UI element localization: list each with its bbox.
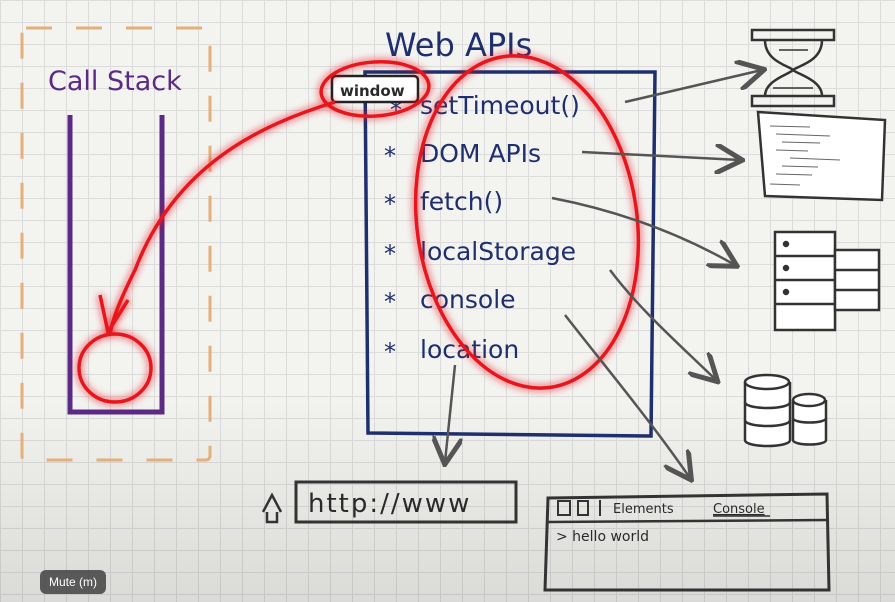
- inspect-icon: [557, 500, 571, 516]
- api-item-console: * console: [384, 285, 516, 316]
- dom-document-icon: [756, 110, 887, 202]
- window-label: window: [340, 82, 405, 100]
- api-item-label: location: [420, 335, 519, 364]
- whiteboard-canvas: Call Stack Web APIs * setTimeout() * DOM…: [20, 26, 887, 592]
- call-stack-frame-highlight: [77, 332, 153, 404]
- api-item-fetch: * fetch(): [384, 187, 503, 218]
- call-stack-panel: Call Stack: [20, 26, 212, 462]
- device-icon: [577, 500, 589, 516]
- highlight-arrow-line: [108, 100, 336, 336]
- hourglass-icon: [750, 28, 836, 108]
- bullet-marker: *: [384, 288, 396, 316]
- bullet-marker: *: [384, 142, 396, 170]
- url-bar: http://www: [261, 480, 518, 524]
- api-item-location: * location: [384, 335, 519, 366]
- bullet-marker: *: [384, 190, 396, 218]
- url-text: http://www: [308, 489, 471, 519]
- api-item-dom-apis: * DOM APIs: [384, 139, 541, 170]
- bullet-marker: *: [384, 338, 396, 366]
- call-stack-container: [67, 115, 165, 415]
- api-item-label: fetch(): [420, 187, 503, 216]
- devtools-console-sketch: Elements Console > hello world: [543, 492, 831, 592]
- server-icon: [773, 230, 881, 332]
- api-connector-arrows: [445, 70, 762, 478]
- api-item-label: localStorage: [420, 237, 576, 266]
- database-icon: [743, 373, 828, 448]
- window-object-label: window: [330, 74, 420, 104]
- api-list: * setTimeout() * DOM APIs * fetch() * lo…: [384, 91, 580, 366]
- call-stack-title: Call Stack: [48, 66, 182, 97]
- console-output-line: > hello world: [556, 529, 649, 545]
- api-item-label: DOM APIs: [420, 139, 541, 168]
- mute-button[interactable]: Mute (m): [40, 570, 106, 594]
- web-apis-title: Web APIs: [385, 26, 532, 64]
- home-icon: [261, 492, 283, 524]
- devtools-tab-console: Console: [713, 502, 765, 517]
- devtools-tab-elements: Elements: [613, 502, 674, 517]
- api-item-localstorage: * localStorage: [384, 237, 576, 268]
- bullet-marker: *: [384, 240, 396, 268]
